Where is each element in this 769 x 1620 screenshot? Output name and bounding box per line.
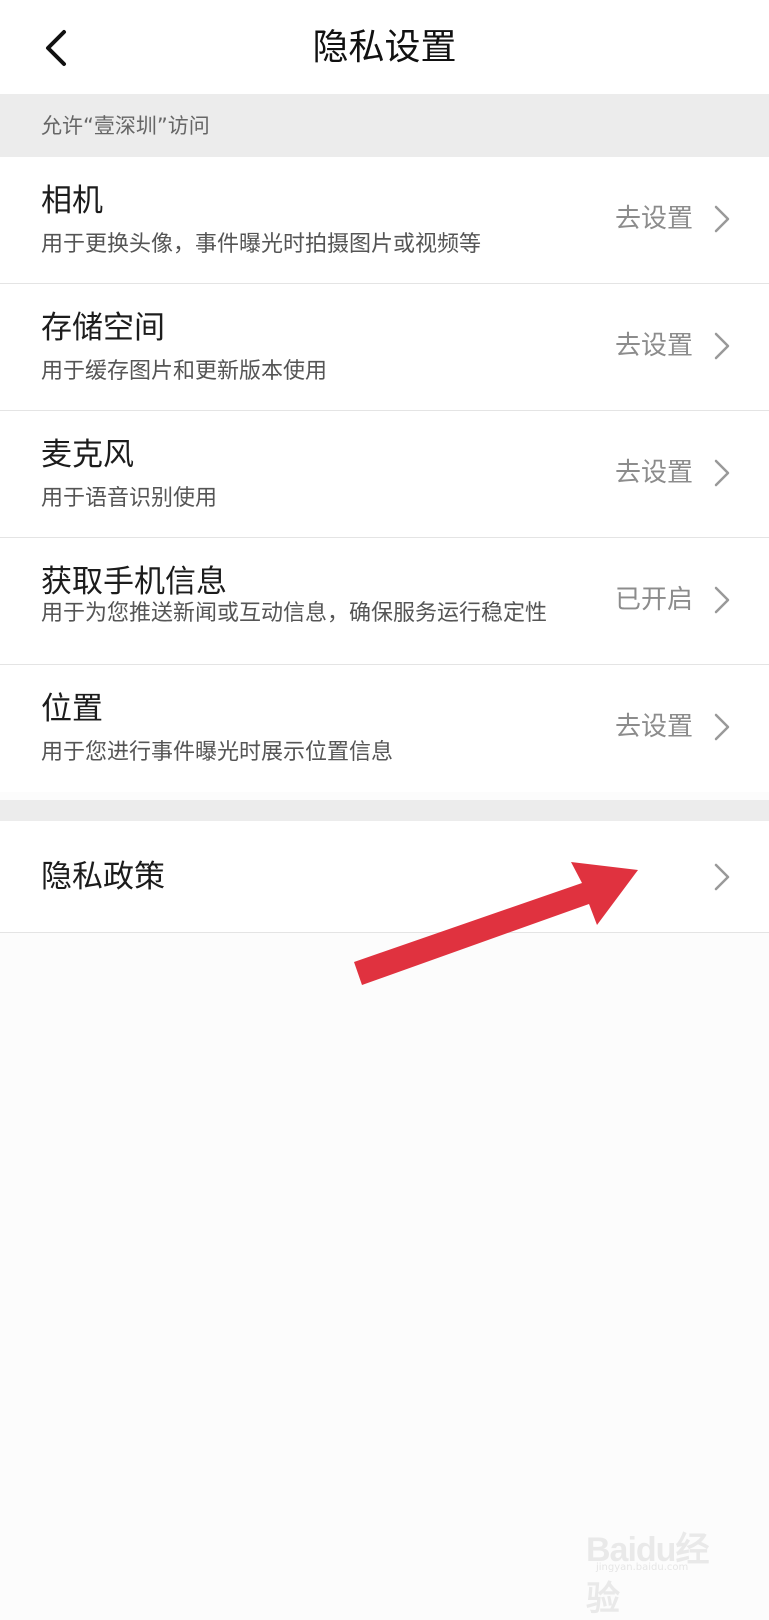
permission-row-phone-info[interactable]: 获取手机信息 用于为您推送新闻或互动信息，确保服务运行稳定性 已开启 [0, 538, 769, 665]
chevron-right-icon [714, 586, 730, 614]
privacy-policy-label: 隐私政策 [41, 859, 165, 895]
top-bar: 隐私设置 [0, 0, 769, 94]
watermark-subtext: jingyan.baidu.com [596, 1562, 689, 1573]
chevron-right-icon [714, 863, 730, 891]
section-header: 允许“壹深圳”访问 [0, 94, 769, 157]
baidu-watermark: Baidu经验 jingyan.baidu.com [586, 1520, 736, 1618]
permission-status: 去设置 [614, 458, 693, 488]
page-title: 隐私设置 [312, 27, 457, 68]
section-divider [0, 800, 769, 821]
permission-name: 相机 [41, 183, 103, 219]
permission-description: 用于缓存图片和更新版本使用 [41, 359, 328, 384]
permission-row-storage[interactable]: 存储空间 用于缓存图片和更新版本使用 去设置 [0, 284, 769, 411]
chevron-right-icon [714, 205, 730, 233]
chevron-left-icon [46, 30, 66, 66]
chevron-right-icon [714, 713, 730, 741]
chevron-right-icon [714, 332, 730, 360]
permission-row-microphone[interactable]: 麦克风 用于语音识别使用 去设置 [0, 411, 769, 538]
permission-description: 用于更换头像，事件曝光时拍摄图片或视频等 [41, 232, 482, 257]
permission-description: 用于为您推送新闻或互动信息，确保服务运行稳定性 [41, 601, 548, 626]
permission-row-camera[interactable]: 相机 用于更换头像，事件曝光时拍摄图片或视频等 去设置 [0, 157, 769, 284]
section-label: 允许“壹深圳”访问 [41, 114, 210, 138]
permission-name: 获取手机信息 [41, 564, 227, 600]
permission-status: 去设置 [614, 331, 693, 361]
permission-row-location[interactable]: 位置 用于您进行事件曝光时展示位置信息 去设置 [0, 665, 769, 792]
permission-description: 用于您进行事件曝光时展示位置信息 [41, 740, 394, 765]
permission-status: 去设置 [614, 712, 693, 742]
permission-description: 用于语音识别使用 [41, 486, 218, 511]
annotation-arrow-icon [354, 862, 638, 985]
permission-list: 相机 用于更换头像，事件曝光时拍摄图片或视频等 去设置 存储空间 用于缓存图片和… [0, 157, 769, 792]
back-button[interactable] [30, 22, 82, 74]
permission-status: 去设置 [614, 204, 693, 234]
permission-name: 存储空间 [41, 310, 165, 346]
permission-name: 位置 [41, 691, 103, 727]
permission-status: 已开启 [614, 585, 693, 615]
permission-name: 麦克风 [41, 437, 134, 473]
chevron-right-icon [714, 459, 730, 487]
